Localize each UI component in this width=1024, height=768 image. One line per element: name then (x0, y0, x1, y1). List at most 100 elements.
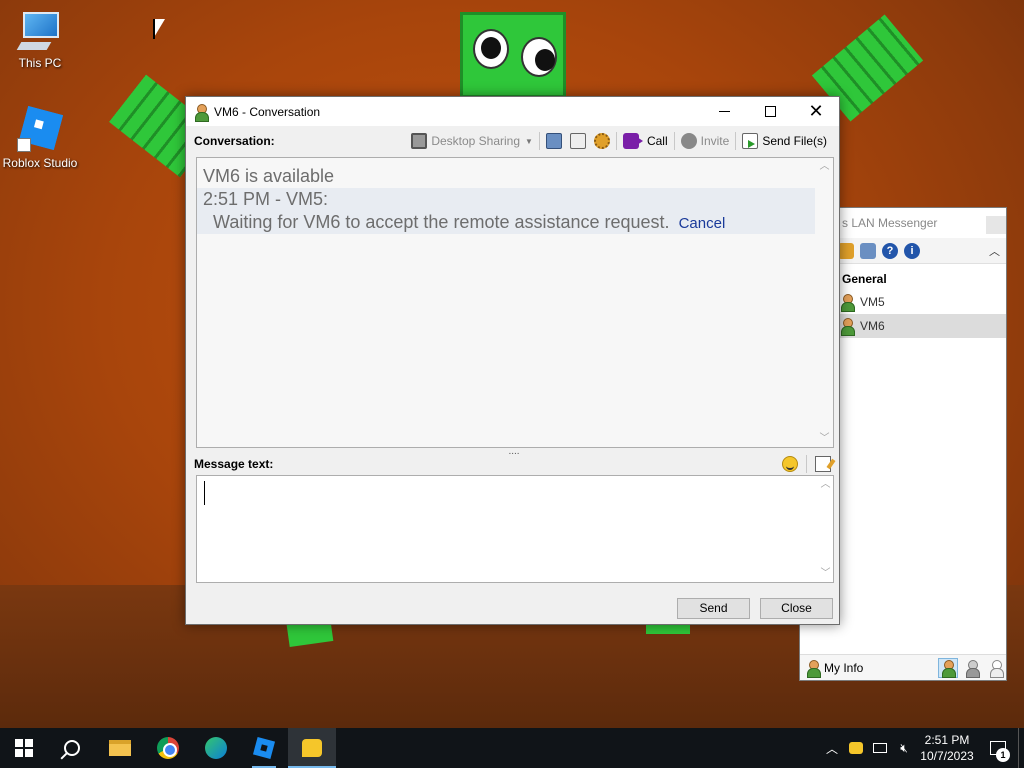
history-icon (545, 133, 562, 149)
desktop-icon-this-pc[interactable]: This PC (0, 10, 80, 70)
wallpaper-eye-left (473, 29, 509, 69)
maximize-button[interactable] (747, 97, 793, 126)
chevron-up-icon[interactable]: ︿ (989, 243, 1000, 259)
conversation-log[interactable]: VM6 is available 2:51 PM - VM5: Waiting … (196, 157, 834, 448)
scroll-down-icon[interactable]: ﹀ (817, 565, 834, 582)
status-available-button[interactable] (938, 657, 958, 678)
font-edit-icon[interactable] (815, 456, 831, 472)
file-explorer-button[interactable] (96, 728, 144, 768)
desktop-icon-roblox-studio[interactable]: Roblox Studio (0, 105, 80, 170)
my-info-icon[interactable] (806, 659, 821, 678)
send-files-button[interactable]: Send File(s) (738, 130, 831, 152)
toolbar-separator (806, 455, 807, 473)
settings-button[interactable] (590, 130, 614, 152)
cancel-link[interactable]: Cancel (679, 215, 726, 232)
message-body: Waiting for VM6 to accept the remote ass… (197, 210, 815, 234)
help-icon[interactable]: ? (882, 242, 898, 259)
conversation-window[interactable]: VM6 - Conversation ✕ Conversation: Deskt… (185, 96, 840, 625)
notification-badge: 1 (996, 748, 1010, 762)
scroll-up-icon[interactable]: ︿ (817, 476, 834, 493)
user-online-icon (840, 318, 855, 336)
notification-center-button[interactable]: 1 (978, 728, 1018, 768)
chrome-icon (157, 737, 179, 759)
gear-icon (593, 133, 610, 149)
window-title: VM6 - Conversation (214, 104, 321, 119)
transfers-icon (569, 133, 586, 149)
add-contact-icon[interactable] (838, 242, 854, 259)
call-label: Call (646, 134, 668, 148)
mouse-cursor (153, 19, 165, 39)
lan-messenger-icon (302, 739, 322, 757)
edge-icon (205, 737, 227, 759)
desktop-sharing-button[interactable]: Desktop Sharing ▼ (407, 130, 537, 152)
invite-people-icon (680, 133, 697, 149)
call-button[interactable]: Call (619, 130, 672, 152)
roblox-button[interactable] (240, 728, 288, 768)
invite-button[interactable]: Invite (677, 130, 734, 152)
minimize-icon (718, 111, 730, 112)
minimize-button[interactable] (701, 97, 747, 126)
show-desktop-button[interactable] (1018, 728, 1024, 768)
user-online-icon (840, 294, 855, 312)
chrome-button[interactable] (144, 728, 192, 768)
message-text: Waiting for VM6 to accept the remote ass… (213, 212, 670, 232)
scroll-up-icon[interactable]: ︿ (816, 158, 833, 175)
my-info-label[interactable]: My Info (824, 661, 863, 675)
send-button[interactable]: Send (677, 598, 750, 619)
emoticon-icon[interactable] (782, 456, 798, 472)
roblox-icon (252, 736, 276, 760)
message-text-label: Message text: (194, 457, 274, 471)
desktop-sharing-label: Desktop Sharing (431, 134, 521, 148)
start-button[interactable] (0, 728, 48, 768)
lan-messenger-button[interactable] (288, 728, 336, 768)
close-window-button[interactable]: ✕ (793, 97, 839, 126)
clock-time: 2:51 PM (924, 733, 970, 747)
toolbar-separator (615, 132, 617, 150)
search-icon (64, 740, 80, 756)
status-bar: My Info (800, 654, 1006, 680)
clock[interactable]: 2:51 PM 10/7/2023 (916, 732, 978, 764)
close-button[interactable] (986, 216, 1006, 234)
volume-muted-icon[interactable]: 🔇︎ (892, 728, 916, 768)
transfers-button[interactable] (566, 130, 590, 152)
desktop-icon-label: This PC (18, 56, 62, 70)
windows-logo-icon (15, 739, 33, 757)
chevron-down-icon: ▼ (525, 136, 533, 146)
message-label-row: Message text: (186, 453, 839, 475)
history-icon[interactable] (860, 242, 876, 259)
close-button[interactable]: Close (760, 598, 833, 619)
message-header: 2:51 PM - VM5: (203, 189, 329, 209)
conversation-toolbar: Conversation: Desktop Sharing ▼ Call Inv… (186, 128, 839, 154)
edge-button[interactable] (192, 728, 240, 768)
network-icon[interactable] (868, 728, 892, 768)
send-files-label: Send File(s) (762, 134, 827, 148)
system-tray: ︿ 🔇︎ 2:51 PM 10/7/2023 1 (820, 728, 1024, 768)
info-icon[interactable]: i (904, 242, 920, 259)
toolbar-separator (538, 132, 540, 150)
message-block: 2:51 PM - VM5: Waiting for VM6 to accept… (197, 188, 815, 234)
chevron-up-icon[interactable]: ︿ (820, 728, 844, 768)
computer-icon (16, 10, 63, 52)
close-icon: ✕ (808, 101, 824, 121)
log-scrollbar[interactable]: ︿ ﹀ (816, 158, 833, 447)
message-input[interactable] (196, 475, 834, 583)
send-file-icon (742, 133, 759, 149)
clock-date: 10/7/2023 (920, 749, 974, 763)
conversation-label: Conversation: (194, 134, 275, 148)
lan-messenger-tray-icon[interactable] (844, 728, 868, 768)
status-offline-button[interactable] (986, 658, 1006, 678)
toolbar-separator (673, 132, 675, 150)
maximize-icon (764, 106, 776, 117)
status-busy-button[interactable] (962, 658, 982, 678)
toolbar-separator (735, 132, 737, 150)
taskbar: ︿ 🔇︎ 2:51 PM 10/7/2023 1 (0, 728, 1024, 768)
contact-name: VM5 (860, 295, 885, 309)
search-button[interactable] (48, 728, 96, 768)
video-camera-icon (622, 133, 643, 149)
status-message: VM6 is available (203, 166, 335, 186)
text-caret (204, 481, 205, 505)
history-button[interactable] (542, 130, 566, 152)
scroll-down-icon[interactable]: ﹀ (816, 430, 833, 447)
roblox-studio-icon (17, 105, 64, 152)
message-scrollbar[interactable]: ︿ ﹀ (817, 476, 834, 582)
